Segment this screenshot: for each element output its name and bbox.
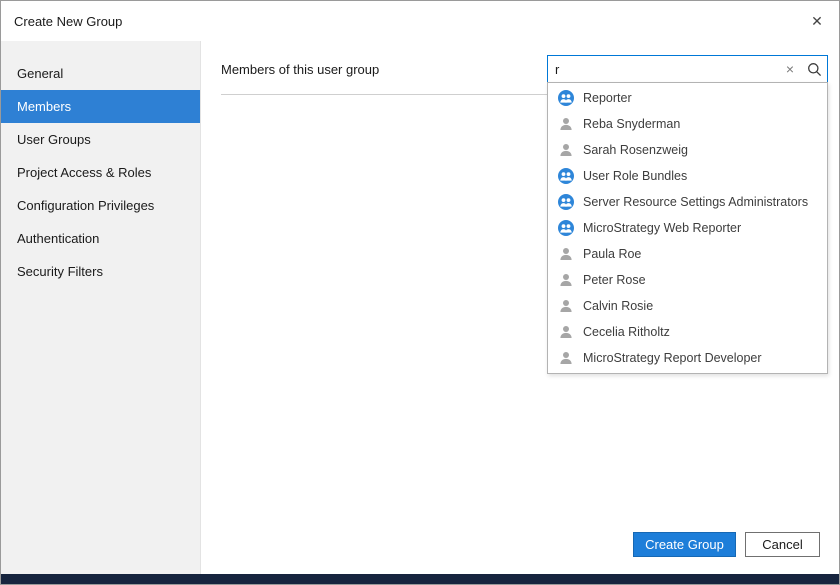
user-icon (558, 272, 574, 288)
group-icon (558, 90, 574, 106)
user-icon (558, 116, 574, 132)
list-item-server-resource-settings-administrators[interactable]: Server Resource Settings Administrators (548, 189, 827, 215)
list-item-label: Reba Snyderman (583, 117, 680, 131)
group-icon (558, 168, 574, 184)
user-icon (558, 350, 574, 366)
user-icon (558, 142, 574, 158)
list-item-label: Paula Roe (583, 247, 641, 261)
window-bottom-edge (1, 574, 839, 584)
user-icon (558, 298, 574, 314)
suggestion-list: Reporter Reba Snyderman Sarah Rosenzweig Us… (547, 82, 828, 374)
list-item-label: Server Resource Settings Administrators (583, 195, 808, 209)
sidebar-item-members[interactable]: Members (1, 90, 200, 123)
member-search: × (547, 55, 828, 83)
members-label: Members of this user group (221, 56, 379, 84)
member-search-input[interactable] (548, 62, 779, 77)
sidebar-item-configuration-privileges[interactable]: Configuration Privileges (1, 189, 200, 222)
sidebar-item-project-access-roles[interactable]: Project Access & Roles (1, 156, 200, 189)
sidebar-item-security-filters[interactable]: Security Filters (1, 255, 200, 288)
clear-icon[interactable]: × (779, 61, 801, 77)
list-item-label: Calvin Rosie (583, 299, 653, 313)
list-item-sarah-rosenzweig[interactable]: Sarah Rosenzweig (548, 137, 827, 163)
list-item-reporter[interactable]: Reporter (548, 85, 827, 111)
list-item-label: Reporter (583, 91, 632, 105)
sidebar-item-general[interactable]: General (1, 57, 200, 90)
group-icon (558, 220, 574, 236)
list-item-reba-snyderman[interactable]: Reba Snyderman (548, 111, 827, 137)
search-icon[interactable] (801, 56, 827, 82)
list-item-paula-roe[interactable]: Paula Roe (548, 241, 827, 267)
list-item-label: Peter Rose (583, 273, 646, 287)
sidebar: GeneralMembersUser GroupsProject Access … (1, 41, 201, 574)
create-new-group-dialog: Create New Group ✕ GeneralMembersUser Gr… (0, 0, 840, 585)
list-item-label: Cecelia Ritholtz (583, 325, 670, 339)
list-item-cecelia-ritholtz[interactable]: Cecelia Ritholtz (548, 319, 827, 345)
window-title: Create New Group (14, 14, 122, 29)
list-item-peter-rose[interactable]: Peter Rose (548, 267, 827, 293)
list-item-label: MicroStrategy Report Developer (583, 351, 762, 365)
sidebar-item-authentication[interactable]: Authentication (1, 222, 200, 255)
list-item-microstrategy-report-developer[interactable]: MicroStrategy Report Developer (548, 345, 827, 371)
cancel-button[interactable]: Cancel (745, 532, 820, 557)
list-item-calvin-rosie[interactable]: Calvin Rosie (548, 293, 827, 319)
sidebar-item-user-groups[interactable]: User Groups (1, 123, 200, 156)
footer-buttons: Create Group Cancel (633, 532, 820, 557)
group-icon (558, 194, 574, 210)
main-panel: Members of this user group × Reporter Reb… (201, 41, 839, 574)
close-icon[interactable]: ✕ (795, 1, 839, 41)
user-icon (558, 324, 574, 340)
list-item-label: MicroStrategy Web Reporter (583, 221, 741, 235)
list-item-label: User Role Bundles (583, 169, 687, 183)
user-icon (558, 246, 574, 262)
list-item-user-role-bundles[interactable]: User Role Bundles (548, 163, 827, 189)
list-item-label: Sarah Rosenzweig (583, 143, 688, 157)
list-item-microstrategy-web-reporter[interactable]: MicroStrategy Web Reporter (548, 215, 827, 241)
title-bar: Create New Group ✕ (1, 1, 839, 41)
create-group-button[interactable]: Create Group (633, 532, 736, 557)
